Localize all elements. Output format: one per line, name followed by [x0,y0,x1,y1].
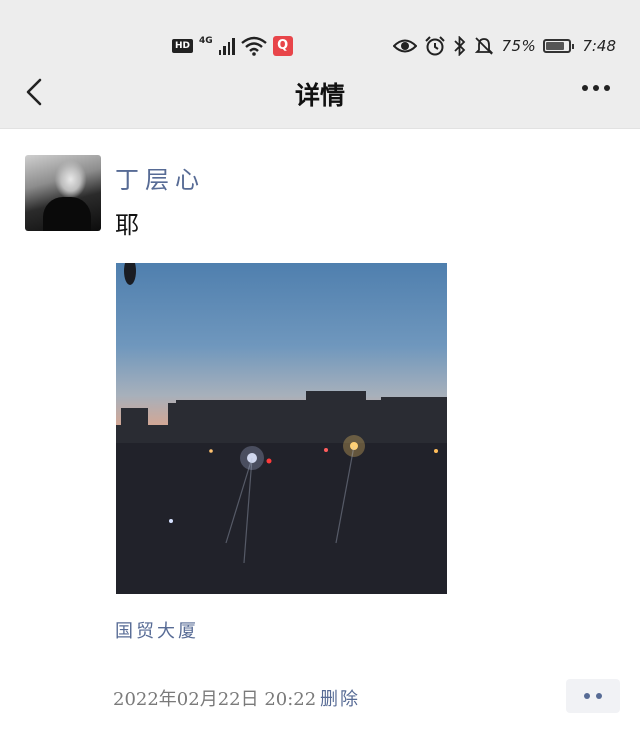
status-bar: HD 4G Q 75% 7:48 [0,0,640,70]
mute-bell-icon [475,37,494,55]
nav-bar: 详情 [0,70,640,129]
signal-icon [218,37,235,55]
bluetooth-icon [454,36,466,56]
battery-percent: 75% [501,37,537,55]
qq-notification-icon: Q [272,36,293,56]
wifi-icon [240,36,267,56]
post-photo[interactable] [116,263,447,594]
clock: 7:48 [582,37,616,55]
delete-button[interactable]: 删除 [320,685,360,711]
comment-dots-icon [584,693,590,699]
status-bar-left: HD 4G Q [172,36,293,56]
hd-icon: HD [172,39,194,53]
post-timestamp: 2022年02月22日 20:22 [113,689,317,710]
post-text: 耶 [115,211,139,239]
username-link[interactable]: 丁层心 [115,160,205,195]
more-dots-icon [582,85,588,91]
page-title: 详情 [294,81,345,110]
battery-icon [543,39,575,53]
avatar[interactable] [25,155,101,231]
sunset-city-skyline-photo [116,263,447,594]
network-type-label: 4G [199,36,213,46]
location-link[interactable]: 国贸大厦 [115,617,199,643]
more-button[interactable] [582,85,610,91]
eye-icon [393,39,418,53]
alarm-icon [425,36,446,56]
status-bar-right: 75% 7:48 [393,36,616,56]
comment-button[interactable] [566,679,620,713]
